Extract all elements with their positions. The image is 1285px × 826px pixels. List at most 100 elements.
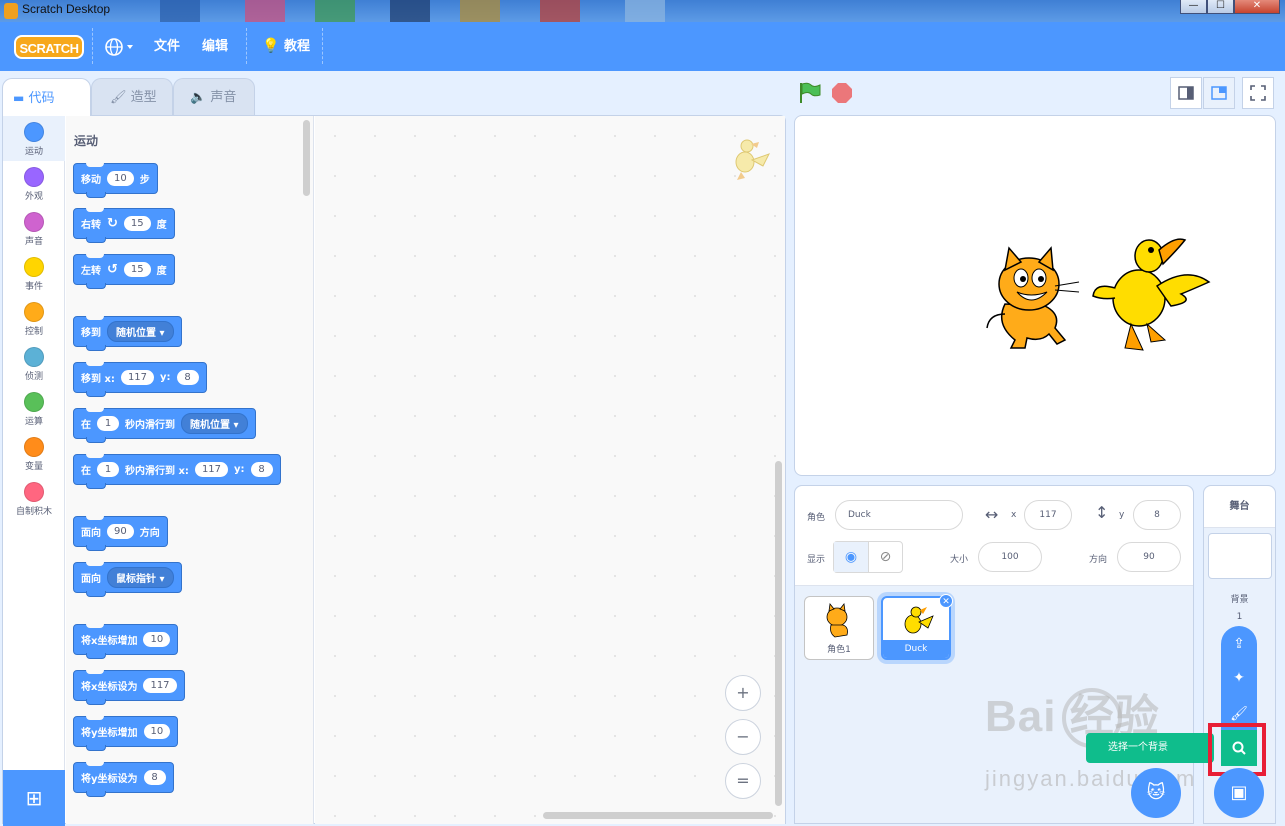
sprite-thumbnail[interactable]: 角色1 [804, 596, 874, 660]
block-input[interactable]: 8 [143, 770, 166, 785]
dropdown-value: 随机位置 [190, 420, 230, 431]
small-stage-button[interactable] [1170, 77, 1202, 109]
block-input[interactable]: 1 [97, 416, 119, 431]
add-sprite-button[interactable]: 🐱 [1131, 768, 1181, 818]
sprite-thumbnail-selected[interactable]: ✕ Duck [881, 594, 953, 660]
cat-thumbnail-icon [826, 603, 848, 638]
block-input[interactable]: 15 [123, 216, 151, 231]
tab-code[interactable]: ▬ 代码 [2, 78, 91, 116]
block-goto[interactable]: 移到 随机位置 ▾ [73, 316, 182, 351]
large-stage-button[interactable] [1203, 77, 1235, 109]
sprite-info: 角色 Duck ↔ x 117 ↕ y 8 显示 ◉ ⊘ 大小 100 方向 9… [795, 486, 1193, 586]
direction-input[interactable]: 90 [1117, 542, 1181, 572]
sprite-name-input[interactable]: Duck [835, 500, 963, 530]
category-label: 声音 [24, 237, 43, 247]
block-input[interactable]: 117 [143, 678, 177, 693]
category-my-blocks[interactable]: 自制积木 [3, 476, 65, 521]
category-looks[interactable]: 外观 [3, 161, 65, 206]
block-goto-xy[interactable]: 移到 x: 117 y: 8 [73, 362, 207, 397]
block-dropdown[interactable]: 随机位置 ▾ [181, 413, 248, 434]
x-input[interactable]: 117 [1024, 500, 1072, 530]
block-change-x[interactable]: 将x坐标增加 10 [73, 624, 179, 659]
zoom-reset-button[interactable]: = [725, 763, 761, 799]
block-input[interactable]: 8 [250, 462, 273, 477]
add-backdrop-button[interactable]: ▣ [1214, 768, 1264, 818]
y-input[interactable]: 8 [1133, 500, 1181, 530]
palette-section-title: 运动 [74, 134, 99, 148]
category-events[interactable]: 事件 [3, 251, 65, 296]
tutorials-label: 教程 [283, 39, 310, 54]
maximize-button[interactable]: ☐ [1207, 0, 1234, 14]
block-dropdown[interactable]: 随机位置 ▾ [107, 321, 174, 342]
category-variables[interactable]: 变量 [3, 431, 65, 476]
stop-icon[interactable] [832, 83, 852, 103]
block-glide-xy[interactable]: 在 1 秒内滑行到 x: 117 y: 8 [73, 454, 281, 489]
block-input[interactable]: 10 [143, 632, 171, 647]
minimize-button[interactable]: — [1180, 0, 1207, 14]
block-text: 右转 [81, 220, 101, 231]
fullscreen-button[interactable] [1242, 77, 1274, 109]
block-set-y[interactable]: 将y坐标设为 8 [73, 762, 174, 797]
block-move-steps[interactable]: 移动 10 步 [73, 163, 158, 198]
category-sound[interactable]: 声音 [3, 206, 65, 251]
size-input[interactable]: 100 [978, 542, 1042, 572]
eye-hidden-icon[interactable]: ⊘ [868, 542, 902, 572]
category-motion[interactable]: 运动 [3, 116, 65, 161]
cat-sprite[interactable] [985, 244, 1081, 352]
tutorials-menu[interactable]: 💡 教程 [262, 22, 310, 71]
block-palette: 运动 移动 10 步 右转 ↻ 15 度 左转 ↺ 15 度 移到 随机位置 ▾… [66, 116, 314, 824]
rotate-left-icon: ↺ [107, 262, 118, 277]
category-sensing[interactable]: 侦测 [3, 341, 65, 386]
block-turn-right[interactable]: 右转 ↻ 15 度 [73, 208, 175, 243]
script-vertical-scrollbar[interactable] [775, 461, 782, 806]
code-editor: 运动 外观 声音 事件 控制 侦测 运算 变量 自制积木 ⊞ 运动 移动 10 … [2, 115, 786, 826]
block-input[interactable]: 8 [176, 370, 199, 385]
category-dot [24, 482, 44, 502]
tab-sounds[interactable]: 🔈 声音 [173, 78, 255, 115]
add-extension-button[interactable]: ⊞ [3, 770, 65, 826]
tab-costumes[interactable]: 🖌 造型 [91, 78, 173, 115]
palette-scrollbar[interactable] [303, 120, 310, 196]
block-change-y[interactable]: 将y坐标增加 10 [73, 716, 179, 751]
category-control[interactable]: 控制 [3, 296, 65, 341]
script-horizontal-scrollbar[interactable] [543, 812, 773, 819]
zoom-out-icon: − [736, 727, 750, 746]
language-menu[interactable] [104, 22, 140, 71]
block-text: 左转 [81, 266, 101, 277]
scratch-logo[interactable]: SCRATCH [14, 35, 84, 59]
block-dropdown[interactable]: 鼠标指针 ▾ [107, 567, 174, 588]
edit-menu[interactable]: 编辑 [202, 22, 228, 71]
green-flag-icon[interactable] [798, 82, 822, 104]
block-input[interactable]: 117 [194, 462, 229, 477]
stage-title: 舞台 [1204, 486, 1275, 528]
category-label: 运动 [24, 147, 43, 157]
zoom-out-button[interactable]: − [725, 719, 761, 755]
backdrop-label: 背景 [1230, 595, 1249, 605]
block-input[interactable]: 15 [123, 262, 151, 277]
block-text: 秒内滑行到 x: [125, 466, 189, 477]
block-input[interactable]: 90 [107, 524, 134, 539]
close-window-button[interactable]: ✕ [1234, 0, 1280, 14]
block-input[interactable]: 1 [97, 462, 119, 477]
block-point-direction[interactable]: 面向 90 方向 [73, 516, 168, 551]
duck-sprite[interactable] [1091, 230, 1211, 354]
script-area[interactable]: + − = [315, 116, 785, 824]
upload-backdrop-icon[interactable]: ⇪ [1221, 626, 1257, 662]
surprise-backdrop-icon[interactable]: ✦ [1221, 660, 1257, 696]
eye-icon[interactable]: ◉ [834, 542, 868, 572]
stage-thumbnail[interactable] [1208, 533, 1272, 579]
category-operators[interactable]: 运算 [3, 386, 65, 431]
block-set-x[interactable]: 将x坐标设为 117 [73, 670, 185, 705]
stage-canvas[interactable] [794, 115, 1276, 476]
block-text: 将x坐标增加 [81, 636, 138, 647]
block-glide[interactable]: 在 1 秒内滑行到 随机位置 ▾ [73, 408, 256, 443]
block-point-towards[interactable]: 面向 鼠标指针 ▾ [73, 562, 182, 597]
zoom-in-button[interactable]: + [725, 675, 761, 711]
block-input[interactable]: 117 [120, 370, 155, 385]
file-menu[interactable]: 文件 [154, 22, 180, 71]
block-turn-left[interactable]: 左转 ↺ 15 度 [73, 254, 175, 289]
block-input[interactable]: 10 [107, 171, 134, 186]
block-input[interactable]: 10 [143, 724, 171, 739]
delete-sprite-icon[interactable]: ✕ [939, 594, 953, 608]
app-icon [4, 3, 18, 19]
